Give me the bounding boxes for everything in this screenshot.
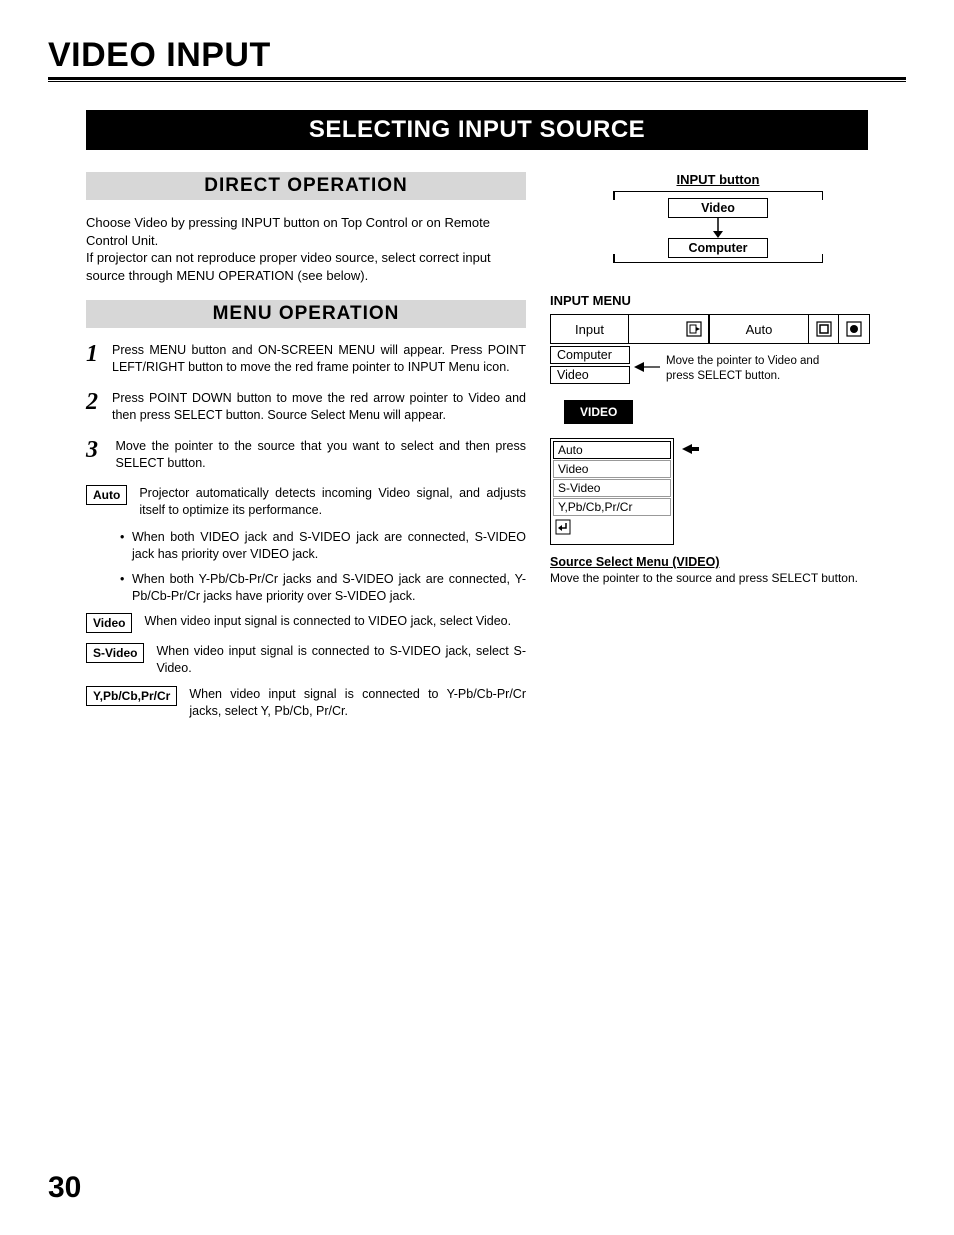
return-icon (553, 517, 671, 542)
display-icon (809, 315, 839, 343)
annotation-text: Move the pointer to Video and press SELE… (666, 354, 826, 384)
step-number-1: 1 (86, 342, 98, 366)
input-menu-icon (679, 315, 709, 343)
osd-auto-label: Auto (709, 315, 809, 343)
osd-list-video: Video (553, 460, 671, 478)
bullet-auto-2: When both Y-Pb/Cb-Pr/Cr jacks and S-VIDE… (120, 571, 526, 605)
desc-ypbcbprcr: When video input signal is connected to … (189, 686, 526, 720)
page-title: VIDEO INPUT (48, 36, 906, 75)
step-text-3: Move the pointer to the source that you … (116, 438, 526, 472)
osd-list-svideo: S-Video (553, 479, 671, 497)
desc-s-video: When video input signal is connected to … (156, 643, 526, 677)
diagram-box-computer: Computer (668, 238, 768, 258)
label-video: Video (86, 613, 132, 633)
step-text-2: Press POINT DOWN button to move the red … (112, 390, 526, 424)
input-button-title: INPUT button (613, 172, 823, 187)
direct-operation-text: Choose Video by pressing INPUT button on… (86, 214, 526, 284)
osd-menu-bar: Input Auto (550, 314, 870, 344)
label-auto: Auto (86, 485, 127, 505)
label-ypbcbprcr: Y,Pb/Cb,Pr/Cr (86, 686, 177, 706)
heading-direct-operation: DIRECT OPERATION (86, 172, 526, 200)
settings-icon (839, 315, 869, 343)
label-s-video: S-Video (86, 643, 144, 663)
input-menu-title: INPUT MENU (550, 293, 870, 308)
video-tag: VIDEO (564, 400, 633, 424)
rule-thin (48, 81, 906, 82)
desc-video: When video input signal is connected to … (144, 613, 526, 630)
step-text-1: Press MENU button and ON-SCREEN MENU wil… (112, 342, 526, 376)
osd-item-computer: Computer (550, 346, 630, 364)
heading-menu-operation: MENU OPERATION (86, 300, 526, 328)
diagram-box-video: Video (668, 198, 768, 218)
rule-thick (48, 77, 906, 80)
page-number: 30 (48, 1171, 81, 1205)
osd-input-label: Input (551, 315, 629, 343)
osd-item-video: Video (550, 366, 630, 384)
osd-list-ypbcbprcr: Y,Pb/Cb,Pr/Cr (553, 498, 671, 516)
arrow-left-icon (634, 360, 660, 378)
source-select-caption-title: Source Select Menu (VIDEO) (550, 555, 870, 569)
step-number-3: 3 (86, 438, 102, 462)
osd-list-auto: Auto (553, 441, 671, 459)
arrow-left-icon (682, 442, 700, 460)
bullet-auto-1: When both VIDEO jack and S-VIDEO jack ar… (120, 529, 526, 563)
section-banner: SELECTING INPUT SOURCE (86, 110, 868, 150)
desc-auto: Projector automatically detects incoming… (139, 485, 526, 519)
source-select-caption-text: Move the pointer to the source and press… (550, 571, 870, 587)
osd-source-select-list: Auto Video S-Video Y,Pb/Cb,Pr/Cr (550, 438, 674, 545)
arrow-down-icon (613, 218, 823, 238)
step-number-2: 2 (86, 390, 98, 414)
